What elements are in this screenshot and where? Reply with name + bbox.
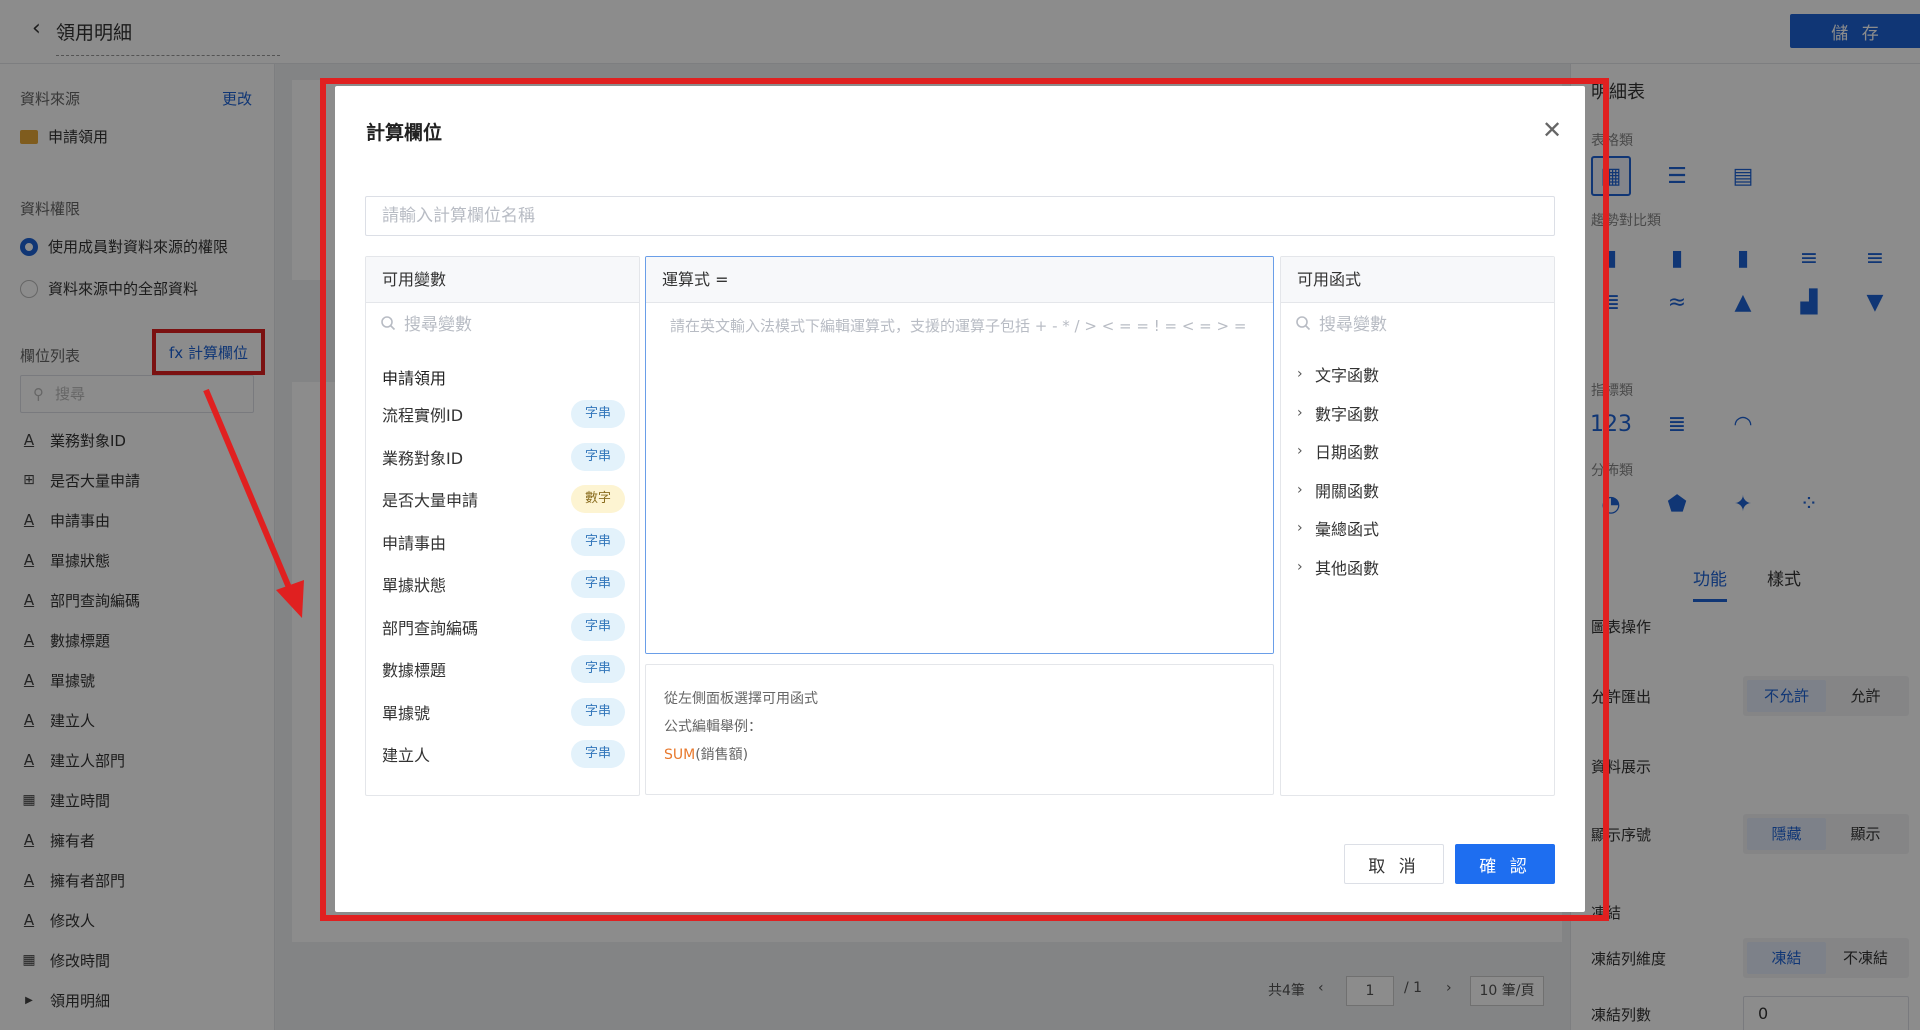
formula-help: 從左側面板選擇可用函式 公式編輯舉例： SUM(銷售額) [645,664,1274,795]
function-category[interactable]: › 彙總函式 [1281,509,1554,548]
variable-item[interactable]: 建立人 字串 [366,733,639,776]
type-tag: 字串 [571,442,625,471]
function-category[interactable]: › 數字函數 [1281,394,1554,433]
cancel-button[interactable]: 取 消 [1344,844,1444,884]
function-search[interactable] [1281,303,1554,347]
variable-item[interactable]: 單據狀態 字串 [366,563,639,606]
close-icon[interactable]: ✕ [1538,116,1566,144]
type-tag: 字串 [571,697,625,726]
formula-example: SUM(銷售額) [664,747,749,763]
type-tag: 字串 [571,740,625,769]
chevron-right-icon: › [1297,558,1303,575]
variables-header: 可用變數 [366,257,639,303]
formula-editor[interactable] [646,303,1273,653]
formula-header: 運算式 = [646,257,1273,303]
calc-field-dialog: 計算欄位 ✕ 可用變數 申請領用 流程實例ID字串 業務對象ID字串 是否大量申… [335,86,1585,912]
variable-item[interactable]: 單據號 字串 [366,691,639,734]
chevron-right-icon: › [1297,366,1303,383]
variable-item[interactable]: 部門查詢編碼 字串 [366,606,639,649]
search-icon [381,316,396,331]
function-category[interactable]: › 文字函數 [1281,355,1554,394]
function-category[interactable]: › 其他函數 [1281,548,1554,587]
type-tag: 字串 [571,655,625,684]
type-tag: 字串 [571,400,625,429]
type-tag: 字串 [571,612,625,641]
functions-panel: 可用函式 ›文字函數 ›數字函數 ›日期函數 ›開關函數 ›彙總函式 ›其他函數 [1280,256,1555,796]
variable-item[interactable]: 是否大量申請 數字 [366,478,639,521]
type-tag: 數字 [571,485,625,514]
variable-item[interactable]: 流程實例ID 字串 [366,393,639,436]
dialog-title: 計算欄位 [366,122,443,144]
variables-panel: 可用變數 申請領用 流程實例ID字串 業務對象ID字串 是否大量申請數字 申請事… [365,256,640,796]
variable-search[interactable] [366,303,639,347]
search-icon [1296,316,1311,331]
chevron-right-icon: › [1297,520,1303,537]
confirm-button[interactable]: 確 認 [1455,844,1555,884]
variable-group-title: 申請領用 [382,369,447,388]
variable-search-input[interactable] [366,303,639,347]
type-tag: 字串 [571,570,625,599]
chevron-right-icon: › [1297,404,1303,421]
function-category[interactable]: › 開關函數 [1281,471,1554,510]
variable-item[interactable]: 業務對象ID 字串 [366,436,639,479]
type-tag: 字串 [571,527,625,556]
formula-panel: 運算式 = [645,256,1274,654]
functions-header: 可用函式 [1281,257,1554,303]
chevron-right-icon: › [1297,443,1303,460]
variable-item[interactable]: 申請事由 字串 [366,521,639,564]
calc-field-name-input[interactable] [365,196,1555,236]
variable-item[interactable]: 數據標題 字串 [366,648,639,691]
function-search-input[interactable] [1281,303,1554,347]
function-category[interactable]: › 日期函數 [1281,432,1554,471]
chevron-right-icon: › [1297,481,1303,498]
